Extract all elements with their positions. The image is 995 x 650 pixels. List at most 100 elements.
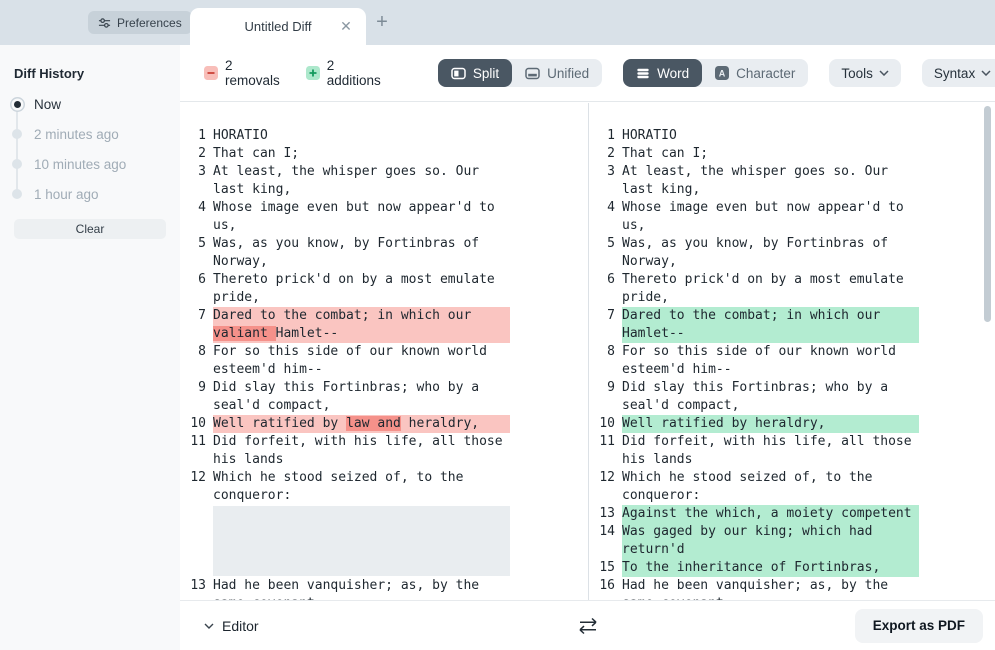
line-number: 15 [589, 559, 622, 577]
diff-history-title: Diff History [0, 45, 180, 81]
tools-dropdown[interactable]: Tools [829, 59, 901, 87]
close-tab-icon[interactable]: ✕ [337, 17, 355, 35]
line-number: 7 [180, 307, 213, 325]
line-text: Did slay this Fortinbras; who by a seal'… [622, 379, 919, 415]
history-item[interactable]: 1 hour ago [0, 179, 180, 209]
line-text: For so this side of our known world este… [213, 343, 510, 379]
character-diff-button[interactable]: A Character [702, 59, 808, 87]
diff-line: 1HORATIO [589, 127, 995, 145]
syntax-dropdown[interactable]: Syntax [922, 59, 995, 87]
word-diff-highlight: law and [346, 416, 401, 431]
line-text: At least, the whisper goes so. Our last … [622, 163, 919, 199]
line-text: Which he stood seized of, to the conquer… [622, 469, 919, 505]
unified-view-icon [525, 67, 540, 80]
line-text: Thereto prick'd on by a most emulate pri… [622, 271, 919, 307]
history-item[interactable]: 10 minutes ago [0, 149, 180, 179]
swap-sides-button[interactable] [573, 617, 603, 635]
diff-line: 10Well ratified by heraldry, [589, 415, 995, 433]
history-item[interactable]: 2 minutes ago [0, 119, 180, 149]
diff-line: 6Thereto prick'd on by a most emulate pr… [180, 271, 588, 307]
diff-pane-right[interactable]: 1HORATIO2That can I;3At least, the whisp… [589, 103, 995, 600]
diff-line: 6Thereto prick'd on by a most emulate pr… [589, 271, 995, 307]
line-number: 13 [180, 577, 213, 595]
clear-history-button[interactable]: Clear [14, 219, 166, 239]
line-text: That can I; [213, 145, 510, 163]
line-text: Whose image even but now appear'd to us, [622, 199, 919, 235]
timeline-dot [14, 101, 21, 108]
preferences-button[interactable]: Preferences [88, 11, 192, 34]
diff-pane-left[interactable]: 1HORATIO2That can I;3At least, the whisp… [180, 103, 589, 600]
diff-line: 12Which he stood seized of, to the conqu… [180, 469, 588, 505]
diff-line: 8For so this side of our known world est… [180, 343, 588, 379]
line-number: 1 [589, 127, 622, 145]
diff-line: 7Dared to the combat; in which our Hamle… [589, 307, 995, 343]
line-number: 5 [180, 235, 213, 253]
editor-toggle-button[interactable]: Editor [204, 618, 259, 634]
line-text: For so this side of our known world este… [622, 343, 919, 379]
line-number: 3 [180, 163, 213, 181]
timeline-dot [12, 189, 22, 199]
diff-granularity-toggle: Word A Character [623, 59, 808, 87]
tab-untitled-diff[interactable]: Untitled Diff ✕ [190, 8, 366, 45]
line-number: 12 [180, 469, 213, 487]
new-tab-button[interactable]: + [370, 10, 394, 34]
line-text: To the inheritance of Fortinbras, [622, 559, 919, 577]
line-number: 3 [589, 163, 622, 181]
word-diff-button[interactable]: Word [623, 59, 702, 87]
chevron-down-icon [204, 623, 214, 629]
split-view-icon [451, 67, 466, 80]
line-text: Was gaged by our king; which had return'… [622, 523, 919, 559]
line-text: Dared to the combat; in which our valian… [213, 307, 510, 343]
diff-line: 9Did slay this Fortinbras; who by a seal… [180, 379, 588, 415]
history-timeline: Now 2 minutes ago 10 minutes ago 1 hour ago [0, 89, 180, 209]
scrollbar-thumb[interactable] [984, 106, 991, 322]
diff-line: 15To the inheritance of Fortinbras, [589, 559, 995, 577]
line-number: 1 [180, 127, 213, 145]
unified-view-button[interactable]: Unified [512, 59, 602, 87]
export-pdf-button[interactable]: Export as PDF [855, 609, 983, 643]
line-text: Whose image even but now appear'd to us, [213, 199, 510, 235]
diff-line: 8For so this side of our known world est… [589, 343, 995, 379]
line-number: 6 [589, 271, 622, 289]
removal-icon [204, 66, 218, 80]
diff-line: 10Well ratified by law and heraldry, [180, 415, 588, 433]
diff-line: 3At least, the whisper goes so. Our last… [589, 163, 995, 199]
diff-line: 5Was, as you know, by Fortinbras of Norw… [589, 235, 995, 271]
line-text [213, 505, 510, 577]
svg-text:A: A [719, 68, 726, 78]
diff-line: 4Whose image even but now appear'd to us… [180, 199, 588, 235]
main-area: 2 removals 2 additions Split Unified [180, 45, 995, 650]
diff-line: 4Whose image even but now appear'd to us… [589, 199, 995, 235]
timeline-dot [12, 159, 22, 169]
line-text: HORATIO [213, 127, 510, 145]
diff-line: 13Against the which, a moiety competent [589, 505, 995, 523]
line-text: Was, as you know, by Fortinbras of Norwa… [622, 235, 919, 271]
line-number: 12 [589, 469, 622, 487]
line-number: 4 [589, 199, 622, 217]
line-text: Which he stood seized of, to the conquer… [213, 469, 510, 505]
line-number: 10 [180, 415, 213, 433]
diff-line: 16Had he been vanquisher; as, by the sam… [589, 577, 995, 600]
split-view-button[interactable]: Split [438, 59, 512, 87]
line-text: Dared to the combat; in which our Hamlet… [622, 307, 919, 343]
line-number: 14 [589, 523, 622, 541]
diff-line: 12Which he stood seized of, to the conqu… [589, 469, 995, 505]
additions-stat: 2 additions [306, 58, 381, 88]
history-item-label: 2 minutes ago [34, 127, 119, 142]
diff-line: 11Did forfeit, with his life, all those … [180, 433, 588, 469]
line-number: 11 [589, 433, 622, 451]
history-item-label: 1 hour ago [34, 187, 99, 202]
line-number: 8 [589, 343, 622, 361]
diff-line: 5Was, as you know, by Fortinbras of Norw… [180, 235, 588, 271]
line-number: 16 [589, 577, 622, 595]
line-text: HORATIO [622, 127, 919, 145]
line-text: At least, the whisper goes so. Our last … [213, 163, 510, 199]
line-text: Thereto prick'd on by a most emulate pri… [213, 271, 510, 307]
diff-line: 7Dared to the combat; in which our valia… [180, 307, 588, 343]
diff-line: 14Was gaged by our king; which had retur… [589, 523, 995, 559]
history-item[interactable]: Now [0, 89, 180, 119]
top-bar: Preferences Untitled Diff ✕ + [0, 0, 995, 45]
chevron-down-icon [981, 70, 991, 76]
addition-icon [306, 66, 320, 80]
line-text: Did forfeit, with his life, all those hi… [622, 433, 919, 469]
